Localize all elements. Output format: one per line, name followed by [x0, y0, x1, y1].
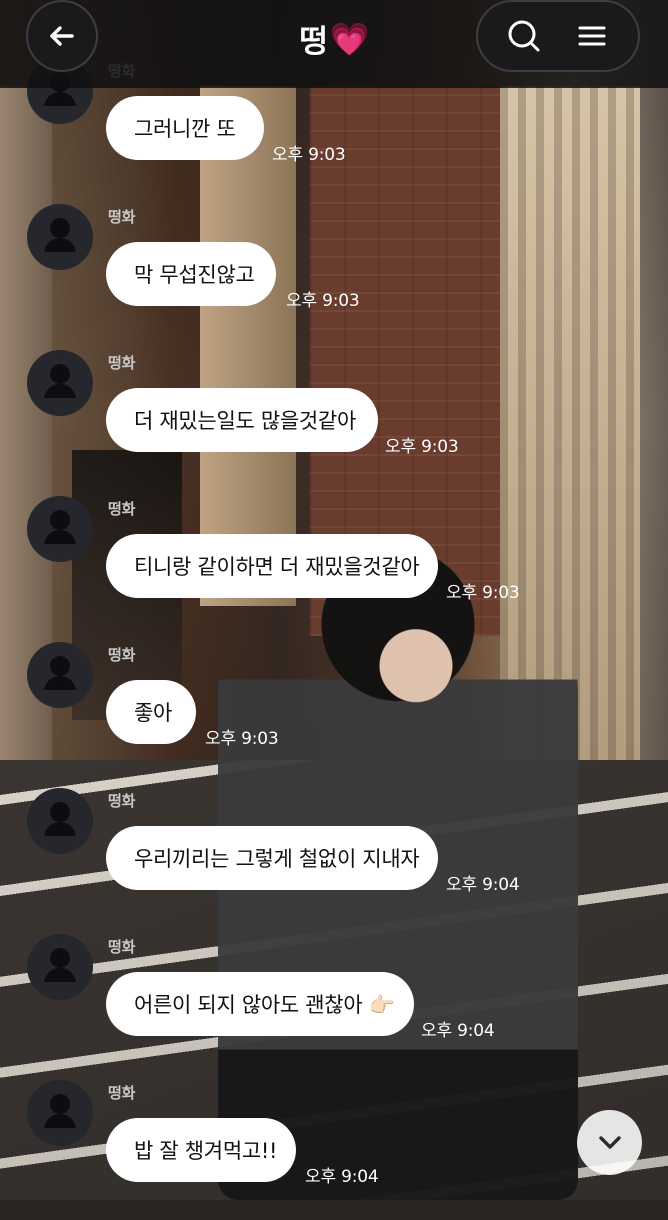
message-item[interactable]: 떵화 우리끼리는 그렇게 철없이 지내자 오후 9:04 — [0, 788, 668, 928]
hamburger-menu-icon — [578, 26, 606, 46]
message-time: 오후 9:03 — [446, 583, 520, 603]
arrow-left-icon — [50, 26, 74, 46]
user-placeholder-icon — [44, 656, 76, 690]
sender-name: 떵화 — [108, 208, 136, 226]
message-time: 오후 9:04 — [446, 875, 520, 895]
user-placeholder-icon — [44, 510, 76, 544]
message-bubble[interactable]: 티니랑 같이하면 더 재밌을것같아 — [106, 534, 438, 598]
message-time: 오후 9:03 — [385, 437, 459, 457]
message-item[interactable]: 떵화 어른이 되지 않아도 괜찮아 👉🏻 오후 9:04 — [0, 934, 668, 1074]
sender-name: 떵화 — [108, 1084, 136, 1102]
message-bubble[interactable]: 좋아 — [106, 680, 196, 744]
user-placeholder-icon — [44, 1094, 76, 1128]
avatar[interactable] — [27, 350, 93, 416]
message-time: 오후 9:04 — [305, 1167, 379, 1187]
user-placeholder-icon — [44, 802, 76, 836]
chat-title: 떵 💗 — [299, 16, 370, 61]
search-button[interactable] — [496, 8, 552, 64]
message-bubble[interactable]: 더 재밌는일도 많을것같아 — [106, 388, 378, 452]
message-bubble[interactable]: 밥 잘 챙겨먹고!! — [106, 1118, 296, 1182]
message-item[interactable]: 떵화 티니랑 같이하면 더 재밌을것같아 오후 9:03 — [0, 496, 668, 636]
user-placeholder-icon — [44, 948, 76, 982]
avatar[interactable] — [27, 204, 93, 270]
sender-name: 떵화 — [108, 646, 136, 664]
sender-name: 떵화 — [108, 938, 136, 956]
message-item[interactable]: 떵화 더 재밌는일도 많을것같아 오후 9:03 — [0, 350, 668, 490]
chevron-down-icon — [598, 1135, 621, 1149]
search-icon — [508, 20, 540, 52]
avatar[interactable] — [27, 496, 93, 562]
scroll-to-bottom-button[interactable] — [577, 1110, 642, 1175]
header-actions — [476, 0, 640, 72]
message-time: 오후 9:03 — [286, 291, 360, 311]
avatar[interactable] — [27, 1080, 93, 1146]
message-time: 오후 9:04 — [421, 1021, 495, 1041]
avatar[interactable] — [27, 788, 93, 854]
user-placeholder-icon — [44, 218, 76, 252]
menu-button[interactable] — [564, 8, 620, 64]
chat-header: 떵 💗 — [0, 0, 668, 88]
sender-name: 떵화 — [108, 792, 136, 810]
message-item[interactable]: 떵화 밥 잘 챙겨먹고!! 오후 9:04 — [0, 1080, 668, 1220]
chat-message-list[interactable]: 떵화 그러니깐 또 오후 9:03 떵화 막 무섭진않고 오후 9:03 떵화 … — [0, 0, 668, 1200]
message-item[interactable]: 떵화 좋아 오후 9:03 — [0, 642, 668, 782]
back-button[interactable] — [26, 0, 98, 72]
sender-name: 떵화 — [108, 354, 136, 372]
avatar[interactable] — [27, 642, 93, 708]
user-placeholder-icon — [44, 364, 76, 398]
sender-name: 떵화 — [108, 500, 136, 518]
message-item[interactable]: 떵화 막 무섭진않고 오후 9:03 — [0, 204, 668, 344]
message-bubble[interactable]: 우리끼리는 그렇게 철없이 지내자 — [106, 826, 438, 890]
chat-title-text: 떵 — [299, 24, 328, 60]
chat-title-heart: 💗 — [329, 19, 370, 58]
message-time: 오후 9:03 — [272, 145, 346, 165]
message-bubble[interactable]: 어른이 되지 않아도 괜찮아 👉🏻 — [106, 972, 414, 1036]
avatar[interactable] — [27, 934, 93, 1000]
message-time: 오후 9:03 — [205, 729, 279, 749]
message-bubble[interactable]: 막 무섭진않고 — [106, 242, 276, 306]
message-bubble[interactable]: 그러니깐 또 — [106, 96, 264, 160]
